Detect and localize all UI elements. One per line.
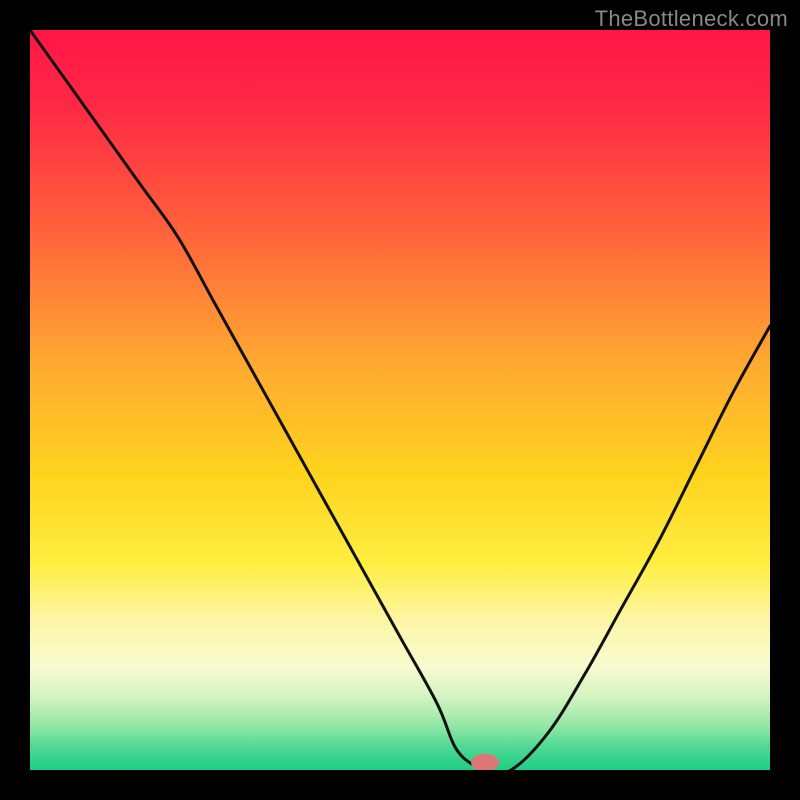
gradient-background [30, 30, 770, 770]
chart-frame: TheBottleneck.com [0, 0, 800, 800]
plot-svg [30, 30, 770, 770]
watermark-text: TheBottleneck.com [595, 6, 788, 32]
bottleneck-plot [30, 30, 770, 770]
